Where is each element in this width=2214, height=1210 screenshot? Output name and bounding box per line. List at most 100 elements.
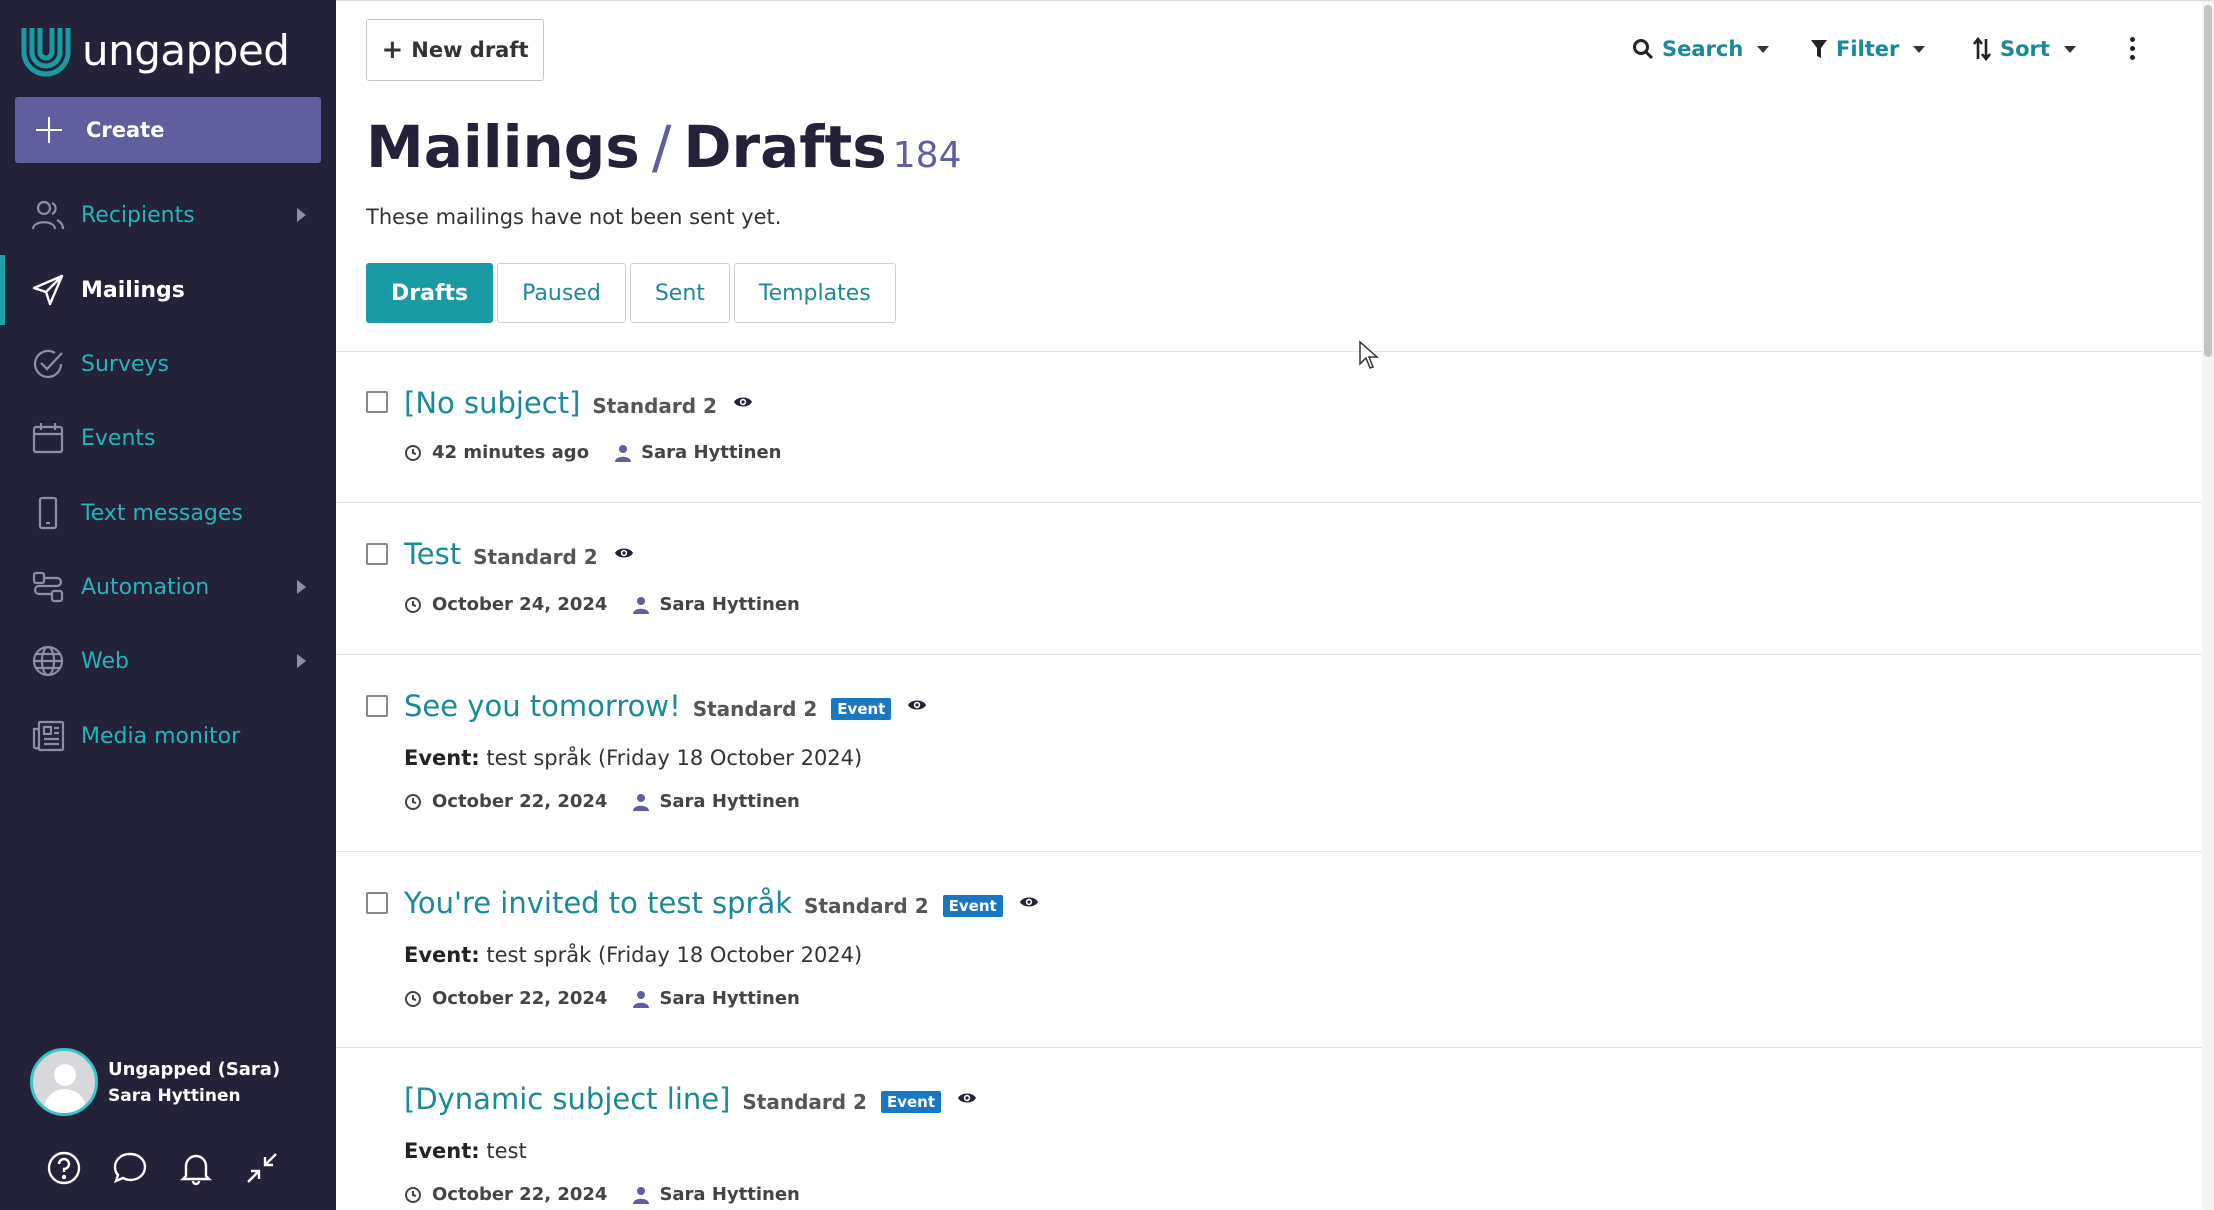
mailing-tabs: Drafts Paused Sent Templates [366, 263, 900, 323]
sidebar-item-surveys[interactable]: Surveys [0, 329, 336, 399]
bell-icon[interactable] [174, 1146, 218, 1190]
sidebar-item-media-monitor[interactable]: Media monitor [0, 701, 336, 771]
event-badge: Event [831, 698, 892, 720]
sidebar-item-label: Web [81, 648, 129, 674]
workflow-icon [28, 567, 68, 607]
clock-icon [405, 990, 421, 1007]
new-draft-button[interactable]: + New draft [366, 19, 544, 81]
eye-icon[interactable] [1019, 894, 1039, 913]
mailing-author: Sara Hyttinen [659, 988, 800, 1009]
sidebar-item-label: Media monitor [81, 723, 241, 749]
template-name: Standard 2 [592, 394, 717, 418]
vertical-scrollbar[interactable] [2202, 1, 2214, 1210]
mailing-subject[interactable]: You're invited to test språk [404, 886, 792, 920]
mailing-author: Sara Hyttinen [659, 791, 800, 812]
user-icon [633, 596, 650, 614]
mailing-time: October 22, 2024 [432, 791, 608, 812]
mailing-subject[interactable]: See you tomorrow! [404, 689, 681, 723]
user-icon [633, 990, 650, 1008]
main-content: + New draft Search Filter Sort Mailings /… [336, 0, 2214, 1210]
event-text: test språk (Friday 18 October 2024) [479, 746, 863, 770]
row-checkbox[interactable] [366, 391, 388, 413]
list-item: See you tomorrow! Standard 2 Event Event… [336, 655, 2202, 852]
caret-down-icon [1913, 45, 1926, 53]
row-checkbox[interactable] [366, 695, 388, 717]
new-draft-label: New draft [411, 38, 529, 62]
mailings-list: [No subject] Standard 2 42 minutes ago S… [336, 351, 2202, 1205]
list-item: Test Standard 2 October 24, 2024 Sara Hy… [336, 503, 2202, 655]
sort-label: Sort [2000, 37, 2050, 61]
check-circle-icon [28, 344, 68, 384]
sidebar-item-recipients[interactable]: Recipients [0, 180, 336, 250]
tab-templates[interactable]: Templates [733, 263, 896, 323]
filter-dropdown[interactable]: Filter [1810, 31, 1926, 67]
list-item: You're invited to test språk Standard 2 … [336, 852, 2202, 1048]
calendar-icon [28, 418, 68, 458]
clock-icon [405, 596, 421, 613]
mailing-author: Sara Hyttinen [659, 1184, 800, 1205]
sidebar: ungapped Create Recipients Mailings Surv… [0, 0, 336, 1210]
help-icon[interactable] [42, 1146, 86, 1190]
row-checkbox[interactable] [366, 543, 388, 565]
chevron-right-icon [297, 654, 306, 668]
scrollbar-thumb[interactable] [2204, 5, 2212, 357]
create-label: Create [86, 118, 165, 142]
list-item: [Dynamic subject line] Standard 2 Event … [336, 1048, 2202, 1210]
sidebar-item-label: Automation [81, 574, 210, 600]
clock-icon [405, 444, 421, 461]
event-info: Event: test [404, 1139, 527, 1163]
mailing-time: October 22, 2024 [432, 1184, 608, 1205]
tab-drafts[interactable]: Drafts [366, 263, 494, 323]
create-button[interactable]: Create [15, 97, 321, 163]
newspaper-icon [28, 716, 68, 756]
user-profile[interactable]: Ungapped (Sara) Sara Hyttinen [30, 1048, 280, 1116]
mobile-icon [28, 493, 68, 533]
collapse-icon[interactable] [240, 1146, 284, 1190]
tab-paused[interactable]: Paused [497, 263, 626, 323]
mailing-subject[interactable]: [No subject] [404, 386, 580, 420]
mailing-author: Sara Hyttinen [641, 442, 782, 463]
eye-icon[interactable] [907, 697, 927, 716]
page-title: Mailings / Drafts 184 [366, 113, 961, 181]
sidebar-item-label: Recipients [81, 202, 195, 228]
tab-sent[interactable]: Sent [629, 263, 730, 323]
search-icon [1632, 38, 1654, 60]
send-icon [28, 270, 68, 310]
chat-icon[interactable] [108, 1146, 152, 1190]
search-label: Search [1662, 37, 1744, 61]
mailing-subject[interactable]: [Dynamic subject line] [404, 1082, 730, 1116]
user-icon [633, 793, 650, 811]
mailing-subject[interactable]: Test [404, 537, 461, 571]
event-badge: Event [880, 1091, 942, 1113]
page-title-section[interactable]: Mailings [366, 113, 640, 181]
eye-icon[interactable] [614, 545, 634, 564]
list-item: [No subject] Standard 2 42 minutes ago S… [336, 352, 2202, 503]
mailing-author: Sara Hyttinen [659, 594, 800, 615]
event-label: Event: [404, 943, 480, 967]
row-checkbox[interactable] [366, 892, 388, 914]
sidebar-item-text-messages[interactable]: Text messages [0, 478, 336, 548]
ungapped-logo-icon [21, 28, 71, 77]
globe-icon [28, 641, 68, 681]
caret-down-icon [2063, 45, 2076, 53]
eye-icon[interactable] [733, 394, 753, 413]
sidebar-item-label: Surveys [81, 351, 169, 377]
sidebar-item-mailings[interactable]: Mailings [0, 255, 336, 325]
sidebar-item-events[interactable]: Events [0, 403, 336, 473]
sidebar-item-automation[interactable]: Automation [0, 552, 336, 622]
event-badge: Event [942, 895, 1003, 917]
chevron-right-icon [297, 208, 306, 222]
filter-icon [1810, 38, 1828, 60]
search-dropdown[interactable]: Search [1632, 31, 1770, 67]
sidebar-item-web[interactable]: Web [0, 626, 336, 696]
more-options-icon[interactable] [2126, 37, 2138, 63]
user-name: Sara Hyttinen [108, 1085, 241, 1106]
ungapped-logo[interactable]: ungapped [18, 22, 290, 78]
event-label: Event: [404, 746, 480, 770]
drafts-count: 184 [892, 135, 962, 176]
template-name: Standard 2 [804, 894, 929, 918]
sort-dropdown[interactable]: Sort [1972, 31, 2076, 67]
eye-icon[interactable] [957, 1090, 977, 1109]
event-info: Event: test språk (Friday 18 October 202… [404, 746, 862, 770]
event-text: test språk (Friday 18 October 2024) [479, 943, 863, 967]
